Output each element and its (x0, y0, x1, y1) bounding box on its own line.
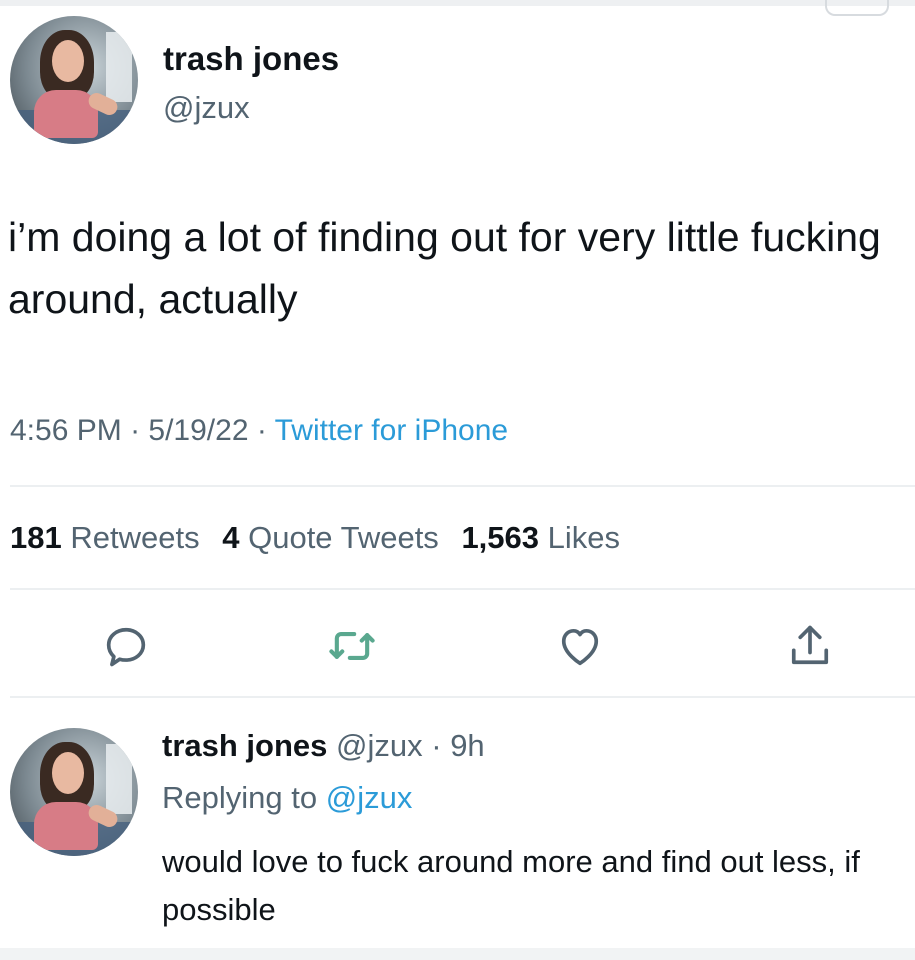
tweet-text: i’m doing a lot of finding out for very … (8, 214, 881, 322)
tweet-meta: 4:56 PM · 5/19/22 · Twitter for iPhone (10, 414, 508, 448)
tweet-date[interactable]: 5/19/22 (148, 414, 248, 447)
reply-text: would love to fuck around more and find … (162, 844, 860, 927)
reply-button[interactable] (100, 620, 152, 672)
tweet-source[interactable]: Twitter for iPhone (275, 414, 508, 447)
divider (10, 588, 915, 590)
meta-separator: · (248, 414, 275, 447)
likes-count: 1,563 (461, 520, 540, 555)
like-button[interactable] (554, 620, 606, 672)
retweets-stat[interactable]: 181 Retweets (10, 520, 200, 555)
quotes-stat[interactable]: 4 Quote Tweets (222, 520, 439, 555)
reply-age[interactable]: 9h (450, 728, 484, 763)
window-corner-fragment (825, 0, 889, 16)
retweet-icon (329, 632, 375, 660)
author-name[interactable]: trash jones (163, 40, 339, 78)
retweet-button[interactable] (326, 620, 378, 672)
replying-prefix: Replying to (162, 780, 326, 815)
replying-to-line: Replying to @jzux (162, 780, 412, 816)
reply-separator: · (422, 728, 451, 763)
divider (10, 485, 915, 487)
retweets-count: 181 (10, 520, 62, 555)
top-border (0, 0, 915, 6)
reply-header: trash jones @jzux · 9h (162, 728, 485, 764)
likes-stat[interactable]: 1,563 Likes (461, 520, 620, 555)
tweet-stats: 181 Retweets 4 Quote Tweets 1,563 Likes (10, 520, 620, 556)
replying-mention[interactable]: @jzux (326, 780, 413, 815)
retweets-label: Retweets (70, 520, 200, 555)
quotes-label: Quote Tweets (248, 520, 439, 555)
reply-icon (106, 627, 146, 667)
heart-icon (561, 628, 599, 666)
avatar[interactable] (10, 16, 138, 144)
tweet-time[interactable]: 4:56 PM (10, 414, 122, 447)
bottom-border (0, 948, 915, 960)
likes-label: Likes (547, 520, 621, 555)
reply-author-handle[interactable]: @jzux (336, 728, 423, 763)
divider (10, 696, 915, 698)
meta-separator: · (121, 414, 149, 447)
share-button[interactable] (784, 620, 836, 672)
author-handle[interactable]: @jzux (163, 90, 250, 126)
quotes-count: 4 (222, 520, 240, 555)
share-icon (791, 625, 829, 665)
reply-avatar[interactable] (10, 728, 138, 856)
reply-author-name[interactable]: trash jones (162, 728, 327, 763)
